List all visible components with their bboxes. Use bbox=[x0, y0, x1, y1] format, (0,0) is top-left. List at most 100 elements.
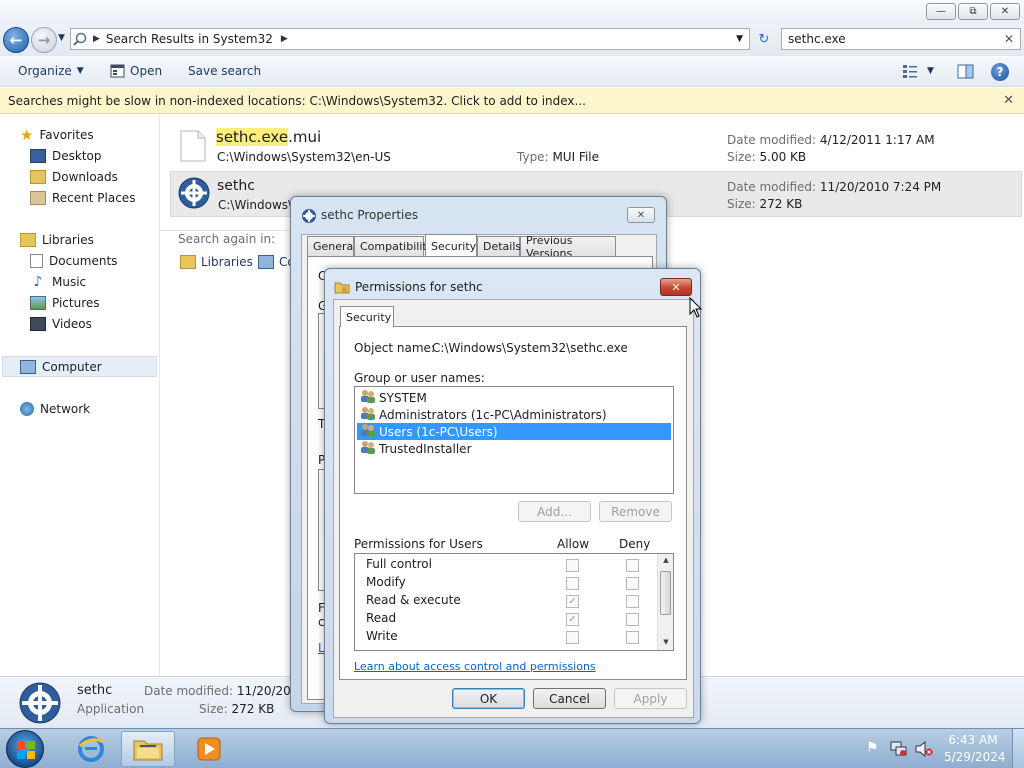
maximize-button[interactable]: ⧉ bbox=[958, 3, 988, 20]
tab-security[interactable]: Security bbox=[425, 234, 477, 257]
help-button[interactable]: ? bbox=[991, 63, 1009, 81]
documents-icon bbox=[30, 254, 43, 268]
recent-pages-dropdown[interactable]: ▼ bbox=[58, 33, 65, 43]
clock-date[interactable]: 5/29/2024 bbox=[944, 750, 1006, 764]
star-icon: ★ bbox=[20, 126, 34, 144]
open-button[interactable]: Open bbox=[110, 64, 162, 78]
close-window-button[interactable]: ✕ bbox=[990, 3, 1020, 20]
scroll-up-icon[interactable]: ▲ bbox=[658, 556, 673, 564]
permission-allow-checkbox[interactable] bbox=[566, 559, 579, 572]
date-label: Date modified: bbox=[727, 133, 817, 147]
search-input[interactable]: sethc.exe bbox=[788, 32, 846, 46]
change-view-button[interactable] bbox=[902, 64, 918, 82]
learn-more-link[interactable]: Learn about access control and permissio… bbox=[354, 660, 596, 673]
nav-network[interactable]: Network bbox=[20, 399, 90, 419]
breadcrumb-chevron-icon: ▶ bbox=[93, 34, 100, 44]
nav-pictures[interactable]: Pictures bbox=[30, 293, 100, 313]
user-list-item-label: TrustedInstaller bbox=[379, 441, 472, 456]
permission-deny-checkbox[interactable] bbox=[626, 559, 639, 572]
permissions-close-button[interactable]: ✕ bbox=[660, 278, 692, 296]
nav-music[interactable]: ♪ Music bbox=[30, 272, 87, 292]
sethc-app-icon bbox=[19, 682, 61, 724]
result-path: C:\Windows\System32\en-US bbox=[217, 150, 391, 164]
search-again-libraries[interactable]: Libraries bbox=[180, 255, 253, 269]
taskbar-explorer-active[interactable] bbox=[121, 731, 175, 767]
permission-deny-checkbox[interactable] bbox=[626, 577, 639, 590]
nav-recent-places[interactable]: Recent Places bbox=[30, 188, 135, 208]
permission-allow-checkbox[interactable] bbox=[566, 577, 579, 590]
save-search-label: Save search bbox=[188, 64, 262, 78]
nav-desktop[interactable]: Desktop bbox=[30, 146, 102, 166]
forward-button[interactable]: → bbox=[31, 27, 57, 53]
scroll-down-icon[interactable]: ▼ bbox=[658, 638, 673, 646]
refresh-button[interactable]: ↻ bbox=[752, 28, 776, 50]
index-info-bar[interactable]: Searches might be slow in non-indexed lo… bbox=[0, 88, 1024, 114]
info-bar-text[interactable]: Searches might be slow in non-indexed lo… bbox=[8, 94, 586, 108]
add-button[interactable]: Add... bbox=[518, 501, 591, 522]
scroll-thumb[interactable] bbox=[660, 571, 671, 615]
nav-label: Computer bbox=[42, 360, 102, 374]
volume-muted-icon[interactable] bbox=[915, 741, 933, 757]
properties-title: sethc Properties bbox=[321, 208, 419, 222]
permission-allow-checkbox[interactable]: ✓ bbox=[566, 595, 579, 608]
result-name: sethc bbox=[217, 178, 255, 194]
permission-deny-checkbox[interactable] bbox=[626, 595, 639, 608]
user-list-item[interactable]: Users (1c-PC\Users) bbox=[357, 423, 671, 440]
tab-general[interactable]: General bbox=[307, 236, 356, 256]
close-icon: ✕ bbox=[636, 209, 646, 221]
permission-allow-checkbox[interactable]: ✓ bbox=[566, 613, 579, 626]
permission-deny-checkbox[interactable] bbox=[626, 631, 639, 644]
nav-favorites[interactable]: ★ Favorites bbox=[20, 125, 94, 145]
permissions-scrollbar[interactable]: ▲ ▼ bbox=[657, 554, 673, 650]
nav-libraries[interactable]: Libraries bbox=[20, 230, 94, 250]
user-list[interactable]: SYSTEM Administrators (1c-PC\Administrato… bbox=[354, 386, 674, 494]
preview-pane-button[interactable] bbox=[957, 64, 974, 82]
remove-button[interactable]: Remove bbox=[599, 501, 672, 522]
tab-details[interactable]: Details bbox=[477, 236, 521, 256]
nav-computer[interactable]: Computer bbox=[20, 357, 102, 377]
nav-documents[interactable]: Documents bbox=[30, 251, 117, 271]
result-row[interactable]: sethc.exe.mui C:\Windows\System32\en-US … bbox=[170, 124, 1022, 170]
view-dropdown-icon[interactable]: ▼ bbox=[927, 66, 934, 76]
start-button[interactable] bbox=[6, 730, 44, 768]
tab-compatibility[interactable]: Compatibility bbox=[354, 236, 433, 256]
cancel-button[interactable]: Cancel bbox=[533, 688, 606, 709]
nav-videos[interactable]: Videos bbox=[30, 314, 92, 334]
clear-search-icon[interactable]: ✕ bbox=[1004, 32, 1014, 46]
result-date: Date modified: 11/20/2010 7:24 PM bbox=[727, 180, 941, 194]
breadcrumb[interactable]: Search Results in System32 bbox=[106, 32, 273, 46]
network-tray-icon[interactable] bbox=[890, 741, 908, 757]
apply-button[interactable]: Apply bbox=[614, 688, 687, 709]
search-box[interactable]: sethc.exe ✕ bbox=[781, 28, 1021, 50]
taskbar-media-player[interactable] bbox=[184, 731, 234, 767]
result-date: Date modified: 4/12/2011 1:17 AM bbox=[727, 133, 935, 147]
user-list-item[interactable]: Administrators (1c-PC\Administrators) bbox=[357, 406, 671, 423]
minimize-button[interactable]: — bbox=[926, 3, 956, 20]
permission-deny-checkbox[interactable] bbox=[626, 613, 639, 626]
tab-security[interactable]: Security bbox=[340, 306, 394, 327]
clock-time[interactable]: 6:43 AM bbox=[944, 733, 1002, 747]
address-dropdown-icon[interactable]: ▼ bbox=[736, 34, 743, 44]
user-list-item[interactable]: SYSTEM bbox=[357, 389, 671, 406]
permissions-list: ▲ ▼ Full control Modify Read & execute ✓ Rea… bbox=[354, 553, 674, 651]
view-options-icon bbox=[903, 65, 917, 78]
tab-previous-versions[interactable]: Previous Versions bbox=[520, 234, 616, 260]
properties-close-button[interactable]: ✕ bbox=[627, 207, 655, 223]
result-name-ext: .mui bbox=[288, 128, 322, 146]
help-icon: ? bbox=[996, 65, 1004, 79]
ok-button[interactable]: OK bbox=[452, 688, 525, 709]
show-desktop-button[interactable] bbox=[1012, 729, 1024, 768]
details-type: Application bbox=[77, 702, 145, 716]
permission-allow-checkbox[interactable] bbox=[566, 631, 579, 644]
object-name-label: Object name: bbox=[354, 341, 435, 355]
taskbar-internet-explorer[interactable] bbox=[66, 731, 116, 767]
action-center-flag-icon[interactable]: ⚑ bbox=[866, 740, 879, 756]
save-search-button[interactable]: Save search bbox=[188, 64, 261, 78]
nav-downloads[interactable]: Downloads bbox=[30, 167, 118, 187]
close-info-bar-icon[interactable]: ✕ bbox=[1003, 93, 1014, 108]
permissions-dialog: Permissions for sethc ✕ Security Object … bbox=[324, 268, 701, 724]
organize-button[interactable]: Organize ▼ bbox=[18, 64, 84, 78]
user-list-item[interactable]: TrustedInstaller bbox=[357, 440, 671, 457]
back-button[interactable]: ← bbox=[3, 27, 29, 53]
address-bar[interactable]: ▶ Search Results in System32 ▶ ▼ bbox=[70, 28, 750, 50]
